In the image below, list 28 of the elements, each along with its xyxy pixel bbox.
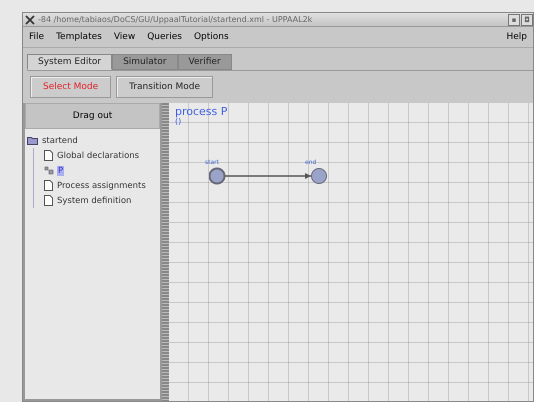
tree-item[interactable]: System definition [56, 196, 132, 206]
folder-icon [27, 136, 38, 145]
menu-item[interactable]: Options [194, 32, 229, 42]
location-node[interactable] [311, 168, 327, 184]
document-icon [44, 195, 53, 206]
menu-item[interactable]: Help [506, 32, 527, 42]
tab[interactable]: Simulator [112, 54, 178, 70]
window-title: -84 /home/tabiaos/DoCS/GU/UppaalTutorial/startend.xml - UPPAAL2k [38, 15, 314, 24]
document-icon [44, 150, 53, 161]
menu-item[interactable]: Queries [147, 32, 182, 42]
tab[interactable]: Verifier [178, 54, 232, 70]
mode-button[interactable]: Transition Mode [116, 76, 214, 98]
document-icon [44, 180, 53, 191]
location-node[interactable] [209, 168, 226, 184]
tab[interactable]: System Editor [27, 54, 112, 70]
transition-arrow[interactable] [225, 173, 311, 179]
process-parameters: () [175, 117, 182, 126]
menu-item[interactable]: File [29, 32, 44, 42]
x-logo-icon [25, 14, 35, 24]
template-icon [44, 166, 54, 175]
process-title: process P [175, 107, 228, 117]
drag-out-header[interactable]: Drag out [25, 103, 160, 129]
tree-item[interactable]: Global declarations [56, 150, 140, 160]
tree-item[interactable]: startend [41, 136, 79, 146]
tree-item[interactable]: P [57, 166, 64, 176]
menu-item[interactable]: Templates [56, 32, 102, 42]
tree-item[interactable]: Process assignments [56, 180, 147, 190]
menu-item[interactable]: View [114, 32, 136, 42]
